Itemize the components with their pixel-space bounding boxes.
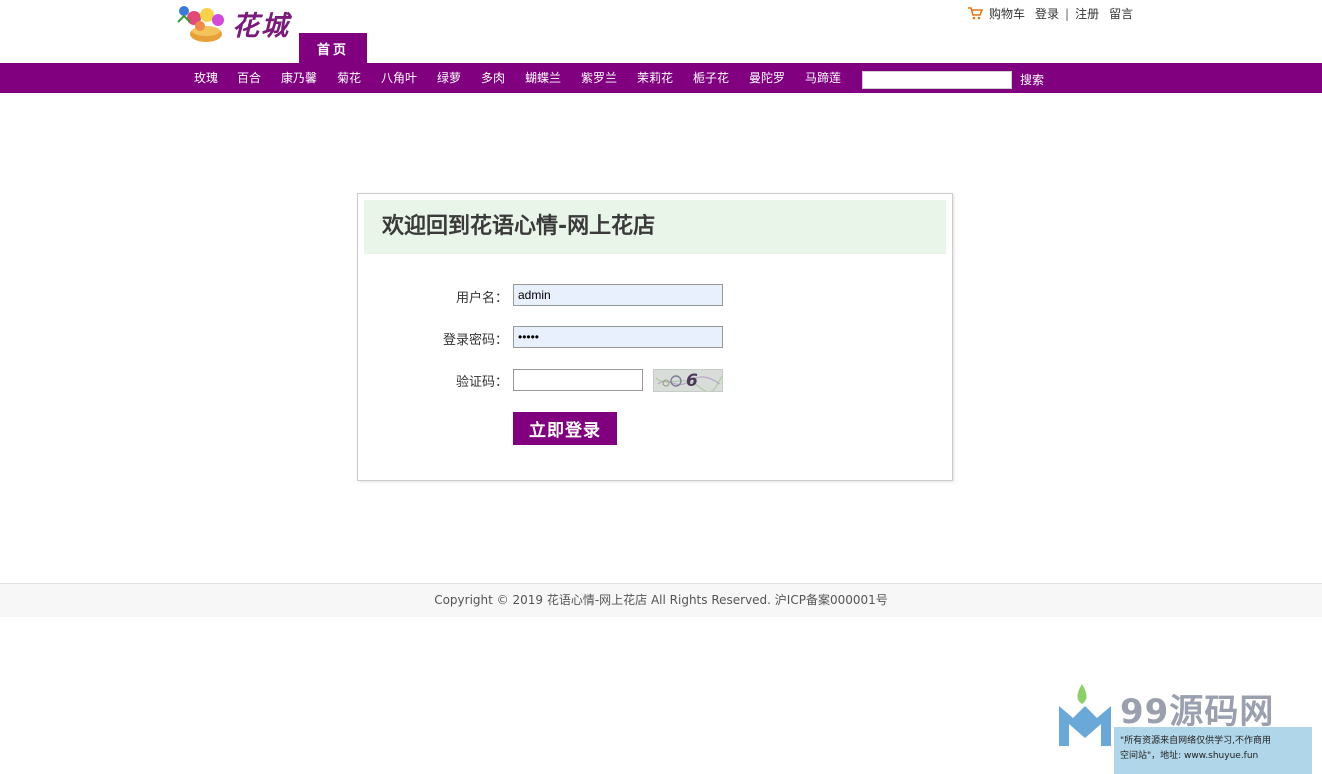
shopping-cart-icon[interactable] (968, 7, 983, 20)
nav-item-chrysanthemum[interactable]: 菊花 (337, 63, 361, 93)
login-panel: 欢迎回到花语心情-网上花店 用户名： 登录密码： 验证码： 6 立即登录 (357, 193, 953, 481)
watermark-line-2: 空间站"，地址: www.shuyue.fun (1120, 751, 1259, 761)
login-link[interactable]: 登录 (1035, 5, 1059, 22)
nav-item-jasmine[interactable]: 茉莉花 (637, 63, 673, 93)
register-link[interactable]: 注册 (1075, 5, 1099, 22)
watermark-brand: 99源码网 (1120, 692, 1275, 732)
nav-item-gardenia[interactable]: 栀子花 (693, 63, 729, 93)
username-label: 用户名： (455, 291, 508, 306)
watermark-line-1: "所有资源来自网络仅供学习,不作商用 (1120, 736, 1272, 746)
search-input[interactable] (862, 71, 1012, 89)
captcha-text: 6 (686, 371, 698, 391)
cart-link[interactable]: 购物车 (989, 5, 1025, 22)
nav-item-succulent[interactable]: 多肉 (481, 63, 505, 93)
user-links: 购物车 登录 | 注册 留言 (968, 5, 1133, 22)
captcha-label: 验证码： (455, 375, 508, 390)
nav-item-datura[interactable]: 曼陀罗 (749, 63, 785, 93)
category-nav: 玫瑰 百合 康乃馨 菊花 八角叶 绿萝 多肉 蝴蝶兰 紫罗兰 茉莉花 栀子花 曼… (0, 63, 1322, 93)
watermark-notice: "所有资源来自网络仅供学习,不作商用 空间站"，地址: www.shuyue.f… (1114, 727, 1312, 774)
nav-item-carnation[interactable]: 康乃馨 (281, 63, 317, 93)
login-panel-header: 欢迎回到花语心情-网上花店 (364, 200, 946, 254)
tab-home[interactable]: 首页 (299, 33, 367, 63)
login-title: 欢迎回到花语心情-网上花店 (382, 214, 656, 239)
footer: Copyright © 2019 花语心情-网上花店 All Rights Re… (0, 583, 1322, 617)
search-button[interactable]: 搜索 (1020, 63, 1044, 97)
captcha-input[interactable] (513, 369, 643, 391)
nav-item-pothos[interactable]: 绿萝 (437, 63, 461, 93)
copyright-text: Copyright © 2019 花语心情-网上花店 All Rights Re… (434, 593, 888, 607)
nav-item-rose[interactable]: 玫瑰 (194, 63, 218, 93)
password-input[interactable] (513, 326, 723, 348)
logo-text: 花城 (232, 11, 290, 42)
nav-item-calla-lily[interactable]: 马蹄莲 (805, 63, 841, 93)
nav-item-octagon-leaf[interactable]: 八角叶 (381, 63, 417, 93)
nav-item-orchid[interactable]: 蝴蝶兰 (525, 63, 561, 93)
message-link[interactable]: 留言 (1109, 5, 1133, 22)
link-separator: | (1065, 6, 1070, 21)
password-label: 登录密码： (442, 333, 508, 348)
login-submit-button[interactable]: 立即登录 (513, 412, 617, 445)
captcha-image[interactable]: 6 (653, 369, 723, 392)
site-logo[interactable]: 花城 (176, 2, 298, 46)
top-header: 花城 首页 购物车 登录 | 注册 留言 (0, 0, 1322, 63)
username-input[interactable] (513, 284, 723, 306)
nav-item-violet[interactable]: 紫罗兰 (581, 63, 617, 93)
flower-basket-icon (177, 6, 224, 42)
watermark-logo-icon (1059, 684, 1111, 746)
nav-item-lily[interactable]: 百合 (237, 63, 261, 93)
